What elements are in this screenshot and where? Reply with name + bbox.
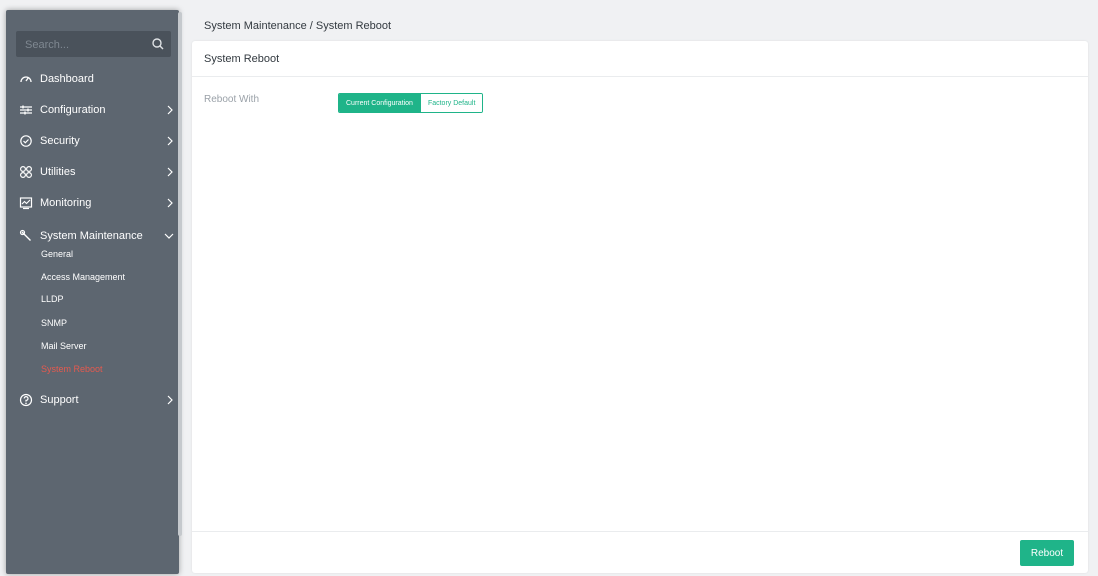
sidebar-item-label: System Maintenance [40, 230, 143, 242]
monitor-icon [19, 197, 33, 210]
sidebar-item-utilities[interactable]: Utilities [6, 158, 179, 186]
breadcrumb: System Maintenance / System Reboot [204, 20, 392, 32]
sidebar-item-support[interactable]: Support [6, 386, 179, 414]
chevron-down-icon [164, 233, 174, 239]
sidebar-item-label: Monitoring [40, 197, 92, 209]
sliders-icon [20, 105, 32, 115]
reboot-button[interactable]: Reboot [1020, 540, 1074, 566]
sub-item-access-management[interactable]: Access Management [41, 269, 125, 285]
sidebar-item-label: Support [40, 394, 79, 406]
factory-default-option[interactable]: Factory Default [419, 94, 483, 112]
sub-item-snmp[interactable]: SNMP [41, 315, 67, 331]
sub-item-mail-server[interactable]: Mail Server [41, 338, 87, 354]
sidebar: Dashboard Configuration Security [6, 10, 179, 574]
sidebar-item-label: Utilities [40, 166, 76, 178]
wrench-icon [19, 229, 31, 241]
shield-icon [20, 135, 32, 147]
sub-item-general[interactable]: General [41, 246, 73, 262]
sub-item-system-reboot[interactable]: System Reboot [41, 361, 103, 377]
sidebar-item-system-maintenance[interactable]: System Maintenance [6, 222, 179, 250]
sidebar-item-label: Configuration [40, 104, 106, 116]
chevron-right-icon [167, 136, 173, 146]
sidebar-item-dashboard[interactable]: Dashboard [6, 65, 179, 93]
chevron-right-icon [167, 198, 173, 208]
sidebar-item-label: Security [40, 135, 80, 147]
help-icon [19, 393, 33, 407]
chevron-right-icon [167, 105, 173, 115]
chevron-right-icon [167, 395, 173, 405]
main-panel: System Reboot Reboot With Current Config… [192, 41, 1088, 573]
grid-icon [19, 165, 33, 179]
sub-item-lldp[interactable]: LLDP [41, 291, 64, 307]
sidebar-item-security[interactable]: Security [6, 127, 179, 155]
search-box[interactable] [16, 31, 171, 59]
sidebar-item-configuration[interactable]: Configuration [6, 96, 179, 124]
reboot-with-label: Reboot With [204, 94, 260, 105]
current-configuration-option[interactable]: Current Configuration [339, 94, 420, 112]
sidebar-item-label: Dashboard [40, 73, 94, 85]
reboot-option-toggle[interactable]: Current Configuration Factory Default [338, 93, 484, 113]
panel-footer: Reboot [192, 531, 1088, 573]
search-input[interactable] [16, 31, 157, 59]
panel-title: System Reboot [192, 41, 1088, 77]
search-icon[interactable] [151, 37, 165, 51]
chevron-right-icon [167, 167, 173, 177]
sidebar-item-monitoring[interactable]: Monitoring [6, 189, 179, 217]
dashboard-icon [20, 76, 32, 83]
sidebar-scrollbar[interactable] [178, 12, 182, 536]
